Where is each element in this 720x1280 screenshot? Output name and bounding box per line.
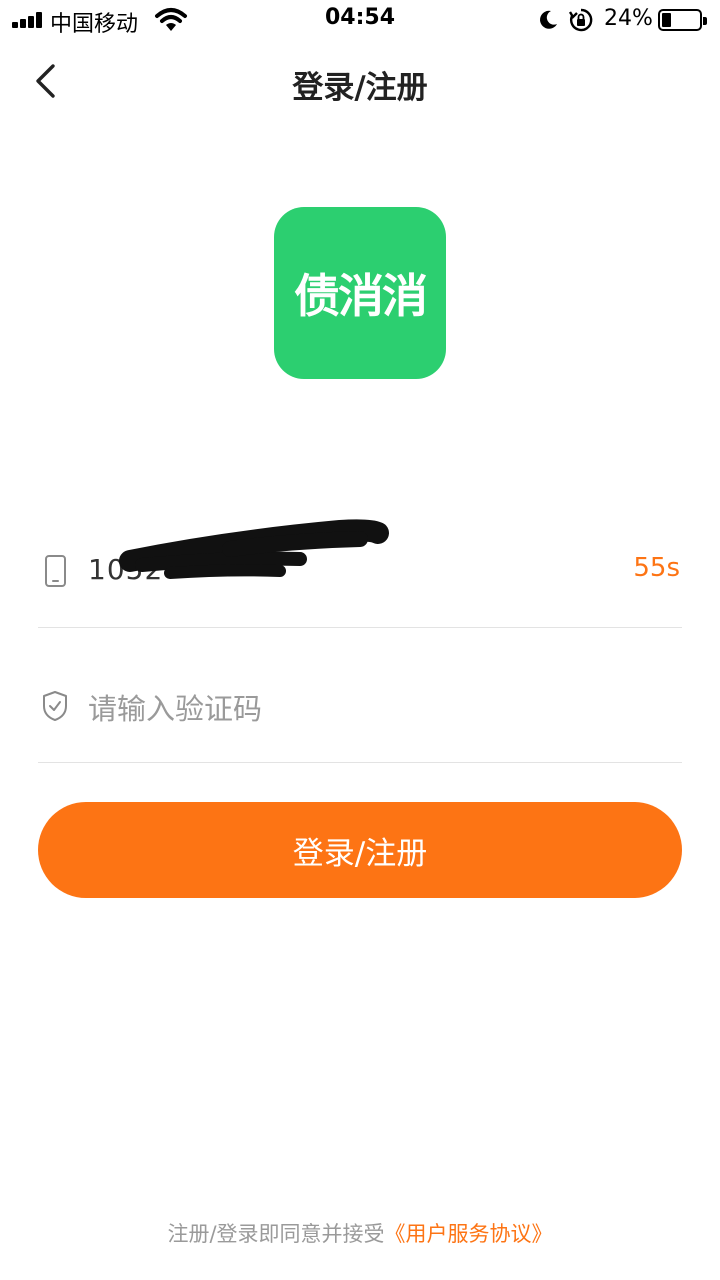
moon-icon	[540, 10, 557, 29]
battery-percent: 24%	[604, 6, 653, 31]
phone-icon	[45, 555, 66, 587]
agreement-text: 注册/登录即同意并接受《用户服务协议》	[0, 1218, 720, 1248]
verification-code-input[interactable]	[88, 684, 648, 734]
shield-check-icon	[43, 691, 67, 721]
battery-fill	[662, 13, 671, 27]
app-logo: 债消消	[274, 207, 446, 379]
phone-row: 1052 55s	[38, 519, 682, 628]
battery-icon	[658, 9, 707, 31]
app-logo-text: 债消消	[294, 269, 428, 323]
status-bar: 中国移动 04:54 24%	[0, 0, 720, 40]
agreement-prefix: 注册/登录即同意并接受	[167, 1222, 385, 1246]
rotation-lock-icon	[568, 8, 593, 32]
user-agreement-link[interactable]: 《用户服务协议》	[385, 1222, 553, 1246]
login-register-button[interactable]: 登录/注册	[38, 802, 682, 898]
code-row	[38, 660, 682, 763]
page-title: 登录/注册	[292, 70, 428, 106]
redaction-scribble	[119, 519, 389, 579]
resend-code-countdown[interactable]: 55s	[633, 553, 680, 583]
